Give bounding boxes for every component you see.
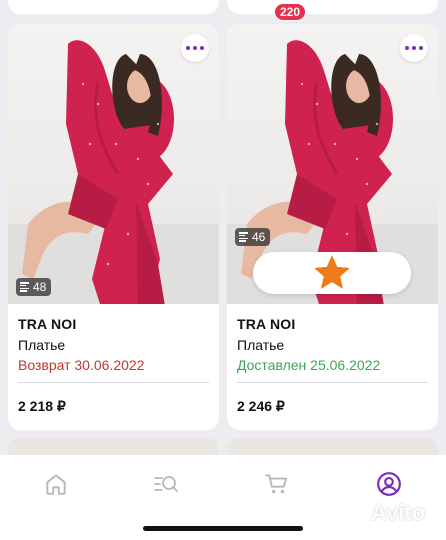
photo-count-badge: 46 — [235, 228, 271, 246]
star-icon[interactable] — [253, 252, 411, 294]
product-type: Платье — [18, 337, 66, 353]
product-brand: TRA NOI — [237, 316, 296, 332]
photo-count-badge: 48 — [16, 278, 52, 296]
more-options-button[interactable] — [400, 34, 428, 62]
product-type: Платье — [237, 337, 285, 353]
cart-icon — [265, 474, 288, 494]
product-brand: TRA NOI — [18, 316, 77, 332]
product-photo[interactable]: 46 — [227, 24, 438, 304]
avito-watermark: Avito — [338, 500, 425, 526]
dress-photo-illustration — [8, 40, 219, 304]
product-card[interactable]: 46 TRA NOI Платье Доставлен 25.06.2022 2… — [227, 24, 438, 430]
order-status: Возврат 30.06.2022 — [18, 357, 145, 373]
watermark-text: Avito — [371, 500, 426, 525]
profile-icon — [377, 472, 401, 496]
tab-catalog[interactable] — [149, 467, 183, 501]
more-dots-icon — [405, 46, 409, 50]
screen: 48 TRA NOI Платье Возврат 30.06.2022 2 2… — [0, 0, 446, 540]
order-status: Доставлен 25.06.2022 — [237, 357, 381, 373]
catalog-search-icon — [154, 476, 178, 492]
photo-count: 46 — [252, 230, 266, 244]
more-options-button[interactable] — [181, 34, 209, 62]
divider — [18, 382, 209, 383]
previous-card-right[interactable] — [227, 0, 438, 14]
tab-cart[interactable] — [260, 467, 294, 501]
product-photo[interactable]: 48 — [8, 24, 219, 304]
photo-count: 48 — [33, 280, 47, 294]
home-icon — [46, 474, 66, 495]
product-price: 2 218 ₽ — [18, 398, 66, 414]
previous-card-left[interactable] — [8, 0, 219, 14]
avito-logo-icon — [338, 500, 368, 526]
tab-profile[interactable] — [372, 467, 406, 501]
rating-stars[interactable] — [253, 252, 411, 294]
tab-home[interactable] — [39, 467, 73, 501]
product-card[interactable]: 48 TRA NOI Платье Возврат 30.06.2022 2 2… — [8, 24, 219, 430]
list-icon — [20, 282, 29, 292]
more-dots-icon — [186, 46, 190, 50]
home-indicator[interactable] — [143, 526, 303, 531]
cart-count-badge: 220 — [274, 3, 307, 21]
divider — [237, 382, 428, 383]
product-price: 2 246 ₽ — [237, 398, 285, 414]
list-icon — [239, 232, 248, 242]
